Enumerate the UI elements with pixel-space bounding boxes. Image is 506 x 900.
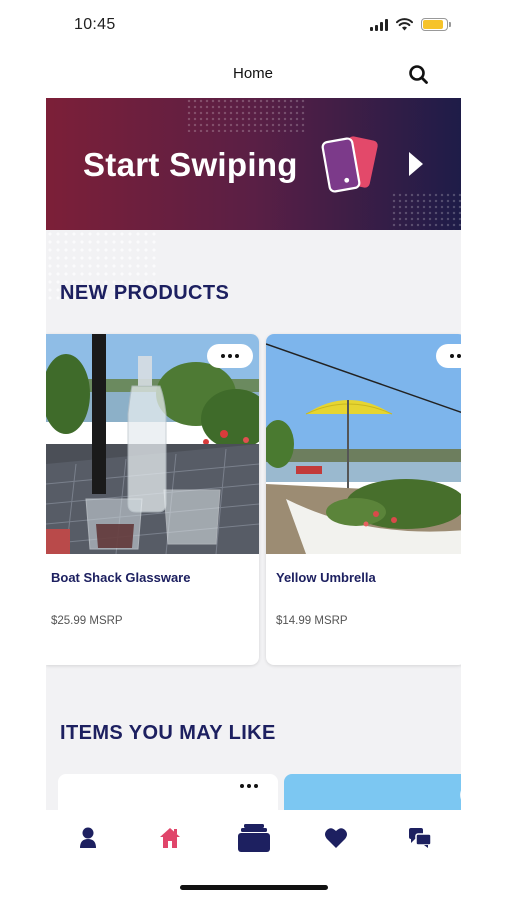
more-dots-icon xyxy=(450,354,454,358)
tab-messages[interactable] xyxy=(400,820,440,856)
start-swiping-banner[interactable]: Start Swiping xyxy=(46,98,461,230)
product-more-button[interactable] xyxy=(436,344,461,368)
home-content[interactable]: Start Swiping NEW PRODUCTS Boat Shack Gl… xyxy=(46,98,461,810)
status-time: 10:45 xyxy=(74,16,116,33)
tab-home[interactable] xyxy=(150,820,190,856)
product-card[interactable]: Yellow Umbrella $14.99 MSRP xyxy=(266,334,461,665)
home-icon xyxy=(160,828,180,848)
play-arrow-icon xyxy=(409,152,423,176)
product-name: Boat Shack Glassware xyxy=(51,570,191,585)
product-image xyxy=(266,334,461,554)
more-dots-icon xyxy=(221,354,225,358)
nav-header: Home xyxy=(0,50,506,96)
chat-icon xyxy=(409,828,432,848)
product-card[interactable]: Boat Shack Glassware $25.99 MSRP xyxy=(46,334,259,665)
tab-swipe[interactable] xyxy=(233,820,275,856)
tab-profile[interactable] xyxy=(68,820,108,856)
product-name: Yellow Umbrella xyxy=(276,570,376,585)
recommended-card[interactable] xyxy=(58,774,278,810)
tab-bar xyxy=(0,810,506,900)
search-icon xyxy=(409,65,428,84)
heart-icon xyxy=(325,828,347,848)
status-bar: 10:45 xyxy=(0,0,506,50)
product-more-button[interactable] xyxy=(207,344,253,368)
card-stack-icon xyxy=(238,824,270,852)
banner-title: Start Swiping xyxy=(83,146,298,183)
section-title-new-products: NEW PRODUCTS xyxy=(60,282,230,304)
cellular-signal-icon xyxy=(370,18,388,31)
section-title-items-you-may-like: ITEMS YOU MAY LIKE xyxy=(60,722,276,744)
more-dots-icon[interactable] xyxy=(240,784,258,788)
recommended-more-button[interactable] xyxy=(460,784,461,806)
wifi-icon xyxy=(396,18,413,31)
profile-icon xyxy=(80,827,96,848)
phone-cards-icon xyxy=(321,136,378,193)
home-indicator[interactable] xyxy=(180,885,328,890)
recommended-card[interactable] xyxy=(284,774,461,810)
tab-favorites[interactable] xyxy=(316,820,356,856)
product-price: $14.99 MSRP xyxy=(276,615,348,627)
battery-icon xyxy=(421,18,451,31)
product-price: $25.99 MSRP xyxy=(51,615,123,627)
status-icons xyxy=(370,18,451,31)
search-button[interactable] xyxy=(406,62,432,88)
